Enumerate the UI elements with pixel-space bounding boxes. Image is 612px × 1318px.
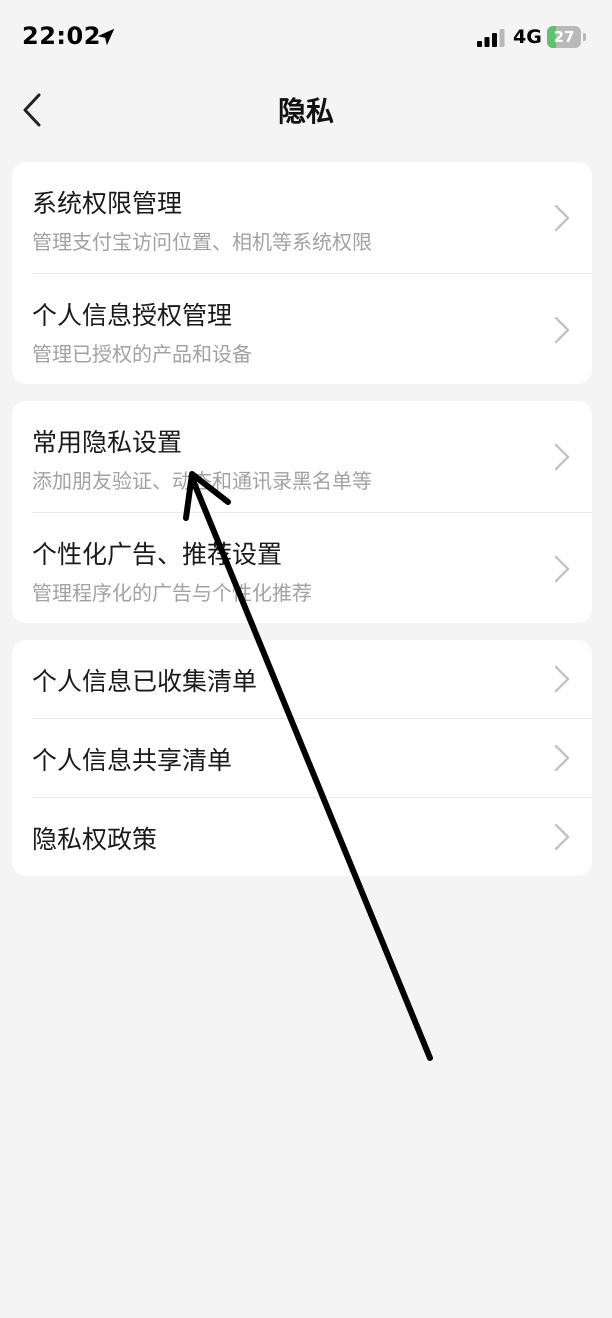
chevron-right-icon bbox=[554, 316, 570, 344]
row-subtitle: 管理程序化的广告与个性化推荐 bbox=[32, 581, 312, 605]
signal-icon bbox=[477, 29, 505, 47]
location-arrow-icon bbox=[97, 28, 115, 46]
row-title: 常用隐私设置 bbox=[32, 428, 183, 457]
status-bar: 22:02 4G 27 bbox=[0, 0, 612, 76]
row-subtitle: 添加朋友验证、动态和通讯录黑名单等 bbox=[32, 469, 372, 493]
row-collected-info-list[interactable]: 个人信息已收集清单 bbox=[32, 640, 592, 719]
settings-group-lists: 个人信息已收集清单 个人信息共享清单 隐私权政策 bbox=[12, 640, 592, 876]
row-title: 个性化广告、推荐设置 bbox=[32, 540, 283, 569]
chevron-right-icon bbox=[554, 555, 570, 583]
chevron-right-icon bbox=[554, 744, 570, 772]
chevron-right-icon bbox=[554, 204, 570, 232]
row-title: 个人信息已收集清单 bbox=[32, 667, 258, 696]
network-label: 4G bbox=[513, 26, 542, 48]
chevron-right-icon bbox=[554, 443, 570, 471]
chevron-right-icon bbox=[554, 823, 570, 851]
settings-group-privacy: 常用隐私设置 添加朋友验证、动态和通讯录黑名单等 个性化广告、推荐设置 管理程序… bbox=[12, 401, 592, 623]
page-title: 隐私 bbox=[277, 95, 334, 128]
battery-charging-icon: 27 bbox=[547, 26, 587, 48]
row-privacy-policy[interactable]: 隐私权政策 bbox=[32, 798, 592, 876]
row-title: 个人信息共享清单 bbox=[32, 746, 233, 775]
row-personalized-ads[interactable]: 个性化广告、推荐设置 管理程序化的广告与个性化推荐 bbox=[32, 513, 592, 623]
battery-cap bbox=[583, 33, 586, 41]
row-title: 系统权限管理 bbox=[32, 189, 183, 218]
chevron-right-icon bbox=[554, 665, 570, 693]
row-subtitle: 管理已授权的产品和设备 bbox=[32, 342, 252, 366]
row-title: 个人信息授权管理 bbox=[32, 301, 233, 330]
row-personal-info-authorization[interactable]: 个人信息授权管理 管理已授权的产品和设备 bbox=[32, 274, 592, 384]
row-shared-info-list[interactable]: 个人信息共享清单 bbox=[32, 719, 592, 798]
battery-percent: 27 bbox=[553, 28, 575, 46]
settings-group-permissions: 系统权限管理 管理支付宝访问位置、相机等系统权限 个人信息授权管理 管理已授权的… bbox=[12, 162, 592, 384]
nav-bar: 隐私 bbox=[0, 76, 612, 144]
row-subtitle: 管理支付宝访问位置、相机等系统权限 bbox=[32, 230, 372, 254]
row-title: 隐私权政策 bbox=[32, 825, 158, 854]
row-system-permissions[interactable]: 系统权限管理 管理支付宝访问位置、相机等系统权限 bbox=[32, 162, 592, 274]
battery-body: 27 bbox=[547, 26, 581, 48]
status-time: 22:02 bbox=[22, 22, 101, 50]
row-common-privacy-settings[interactable]: 常用隐私设置 添加朋友验证、动态和通讯录黑名单等 bbox=[32, 401, 592, 513]
